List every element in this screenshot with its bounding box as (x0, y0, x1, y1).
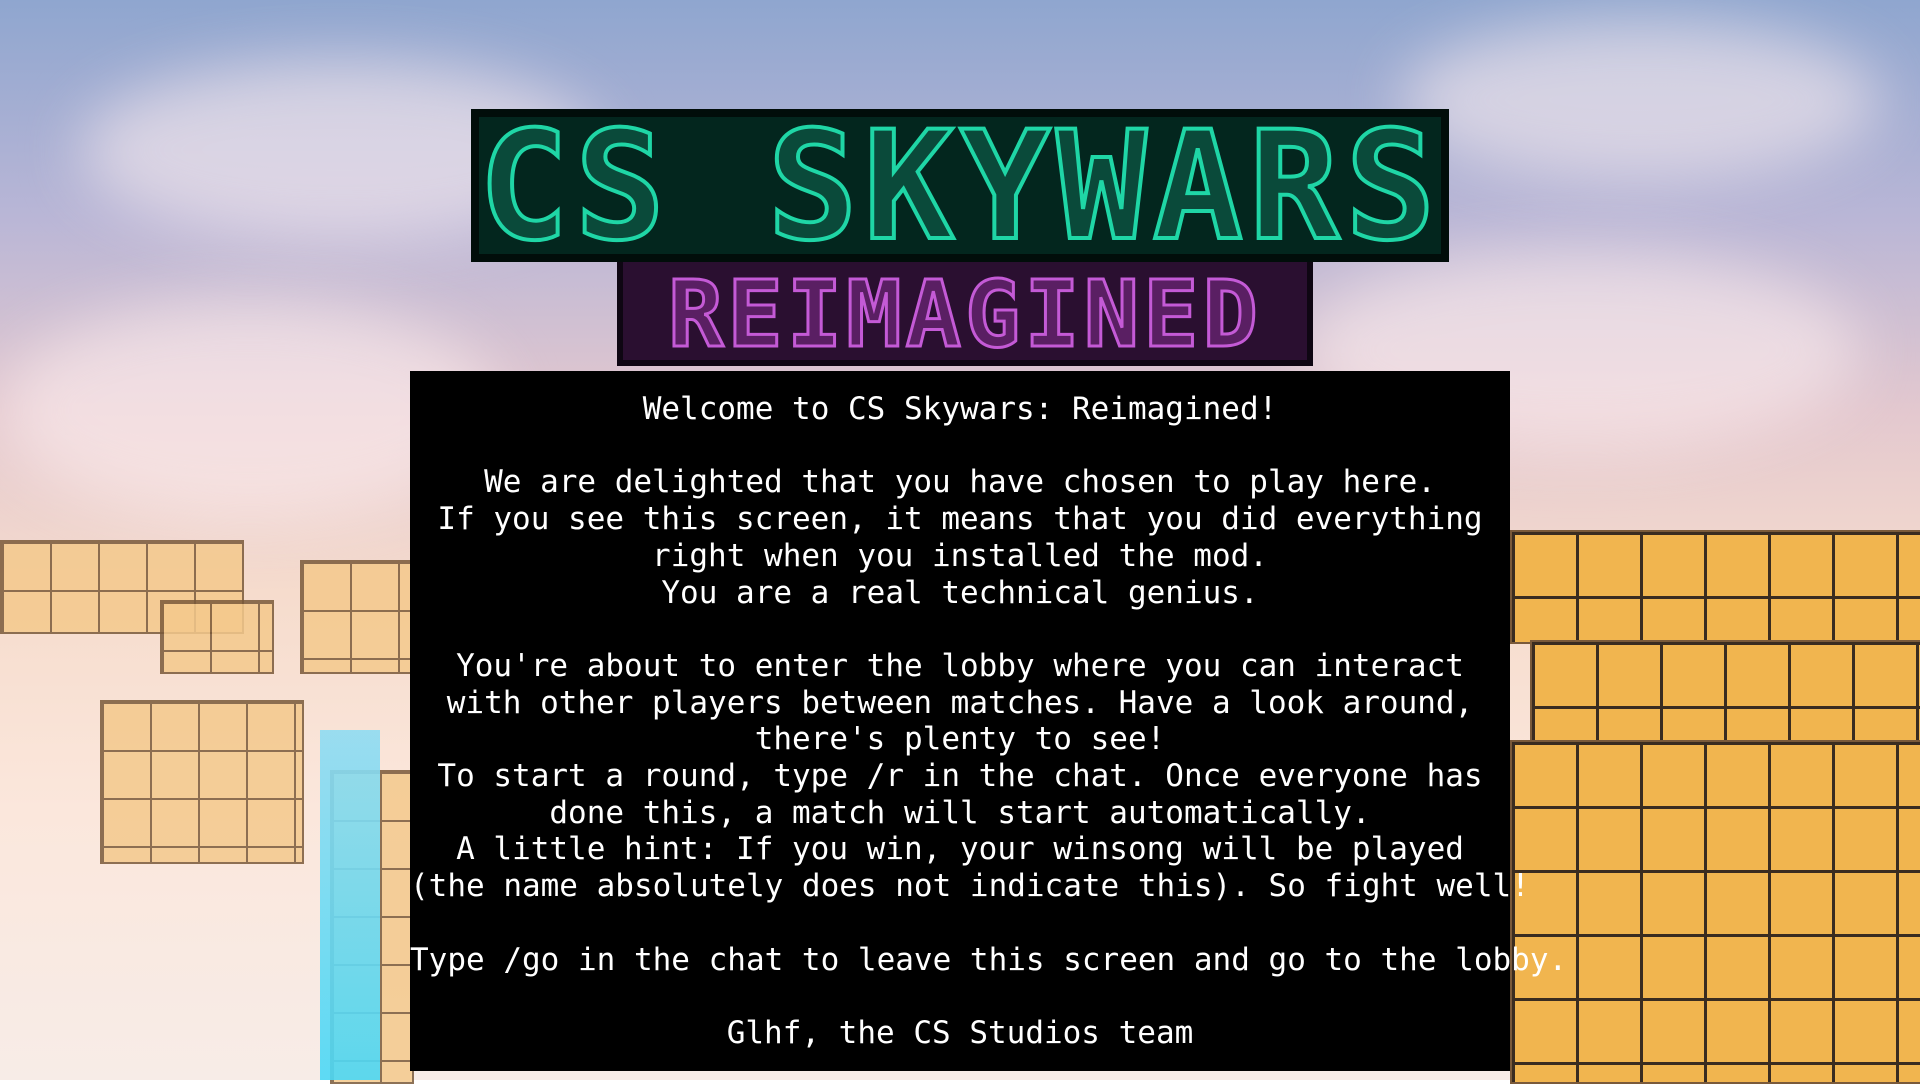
logo-title: CS SKYWARS (471, 108, 1449, 276)
signoff-text: Glhf, the CS Studios team (726, 1014, 1194, 1051)
welcome-line: (the name absolutely does not indicate t… (410, 868, 1530, 905)
welcome-line: A little hint: If you win, your winsong … (456, 831, 1464, 868)
island-block (160, 600, 274, 674)
welcome-line: You're about to enter the lobby where yo… (456, 647, 1464, 684)
welcome-line: To start a round, type /r in the chat. O… (437, 758, 1483, 794)
welcome-line: right when you installed the mod. (652, 537, 1268, 574)
logo-subtitle: REIMAGINED (617, 255, 1313, 368)
island-block (300, 560, 414, 674)
welcome-line: done this, a match will start automatica… (549, 794, 1371, 831)
svg-text:REIMAGINED: REIMAGINED (668, 261, 1262, 368)
welcome-line: We are delighted that you have chosen to… (484, 464, 1436, 501)
welcome-line: there's plenty to see! (754, 721, 1166, 758)
instruction-text: Type /go in the chat to leave this scree… (410, 941, 1568, 978)
game-logo: REIMAGINED CS SKYWARS (471, 108, 1449, 368)
welcome-line: You are a real technical genius. (661, 574, 1259, 611)
island-block (100, 700, 304, 864)
island-block (1530, 640, 1920, 744)
welcome-panel: Welcome to CS Skywars: Reimagined! We ar… (410, 371, 1568, 1071)
island-block (1510, 530, 1920, 644)
island-block (1510, 740, 1920, 1084)
svg-text:CS SKYWARS: CS SKYWARS (478, 108, 1441, 274)
water (320, 730, 380, 1080)
cloud (1400, 20, 1880, 180)
welcome-line: If you see this screen, it means that yo… (437, 501, 1483, 538)
welcome-line: with other players between matches. Have… (446, 684, 1474, 721)
welcome-heading: Welcome to CS Skywars: Reimagined! (642, 391, 1278, 427)
